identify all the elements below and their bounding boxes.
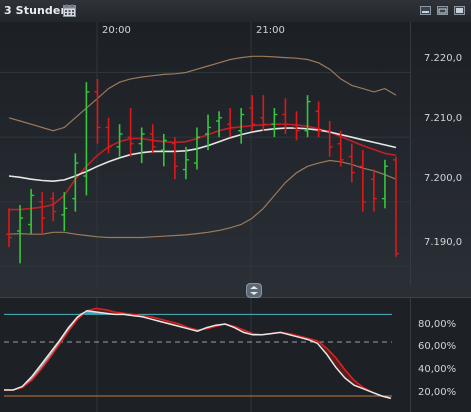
- osc-tick-80: 80,00%: [418, 319, 456, 330]
- osc-tick-20: 20,00%: [418, 387, 456, 398]
- price-tick-7220: 7.220,0: [424, 53, 462, 64]
- price-chart[interactable]: 20:00 21:00 7.220,0 7.210,0 7.200,0 7.19…: [0, 22, 471, 286]
- maximize-icon[interactable]: [454, 6, 465, 15]
- restore-icon[interactable]: [437, 6, 448, 15]
- oscillator-chart[interactable]: 80,00% 60,00% 40,00% 20,00%: [0, 298, 471, 412]
- time-label-2000: 20:00: [102, 25, 131, 36]
- time-label-2100: 21:00: [256, 25, 285, 36]
- pane-resize-handle-icon[interactable]: [246, 283, 262, 298]
- oscillator-background: [0, 298, 471, 412]
- osc-tick-40: 40,00%: [418, 364, 456, 375]
- chart-window: 3 Stunden 20:00 21:00 7.220,0 7.210,0 7.…: [0, 0, 471, 412]
- minimize-icon[interactable]: [420, 6, 431, 15]
- price-chart-background: [0, 22, 471, 286]
- osc-tick-60: 60,00%: [418, 341, 456, 352]
- calendar-icon[interactable]: [63, 4, 76, 17]
- pane-separator: [0, 286, 471, 298]
- price-tick-7200: 7.200,0: [424, 173, 462, 184]
- price-tick-7190: 7.190,0: [424, 237, 462, 248]
- title-bar: 3 Stunden: [0, 0, 471, 23]
- period-label[interactable]: 3 Stunden: [4, 4, 68, 17]
- price-tick-7210: 7.210,0: [424, 113, 462, 124]
